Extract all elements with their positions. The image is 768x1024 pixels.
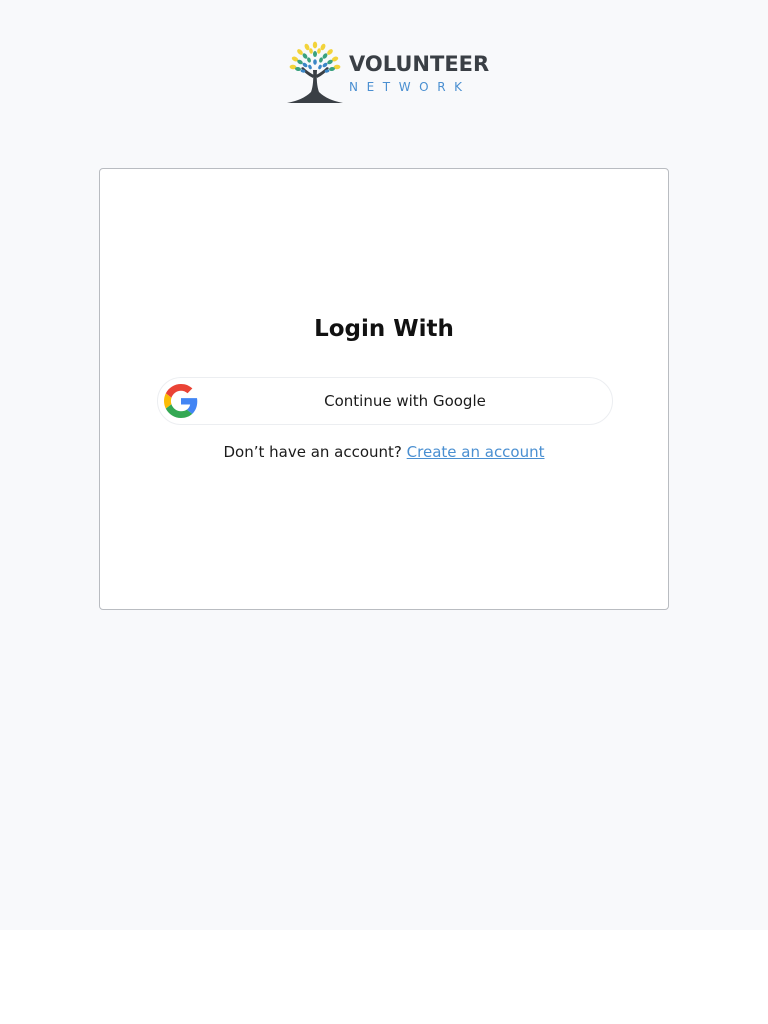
login-card: Login With Continue with Google Don’t ha…	[99, 168, 669, 610]
page-background: VOLUNTEER NETWORK Login With Continue wi…	[0, 0, 768, 930]
google-icon	[164, 384, 198, 418]
signup-prompt-text: Don’t have an account?	[223, 443, 402, 461]
continue-with-google-button[interactable]: Continue with Google	[157, 377, 613, 425]
tree-logo-icon	[287, 41, 343, 103]
create-account-link[interactable]: Create an account	[407, 443, 545, 461]
brand-subtitle: NETWORK	[349, 80, 471, 94]
signup-prompt-row: Don’t have an account? Create an account	[100, 442, 668, 462]
brand-name: VOLUNTEER	[349, 52, 490, 76]
login-title: Login With	[314, 316, 454, 342]
google-button-label: Continue with Google	[324, 392, 486, 410]
brand-logo[interactable]: VOLUNTEER NETWORK	[285, 40, 495, 106]
